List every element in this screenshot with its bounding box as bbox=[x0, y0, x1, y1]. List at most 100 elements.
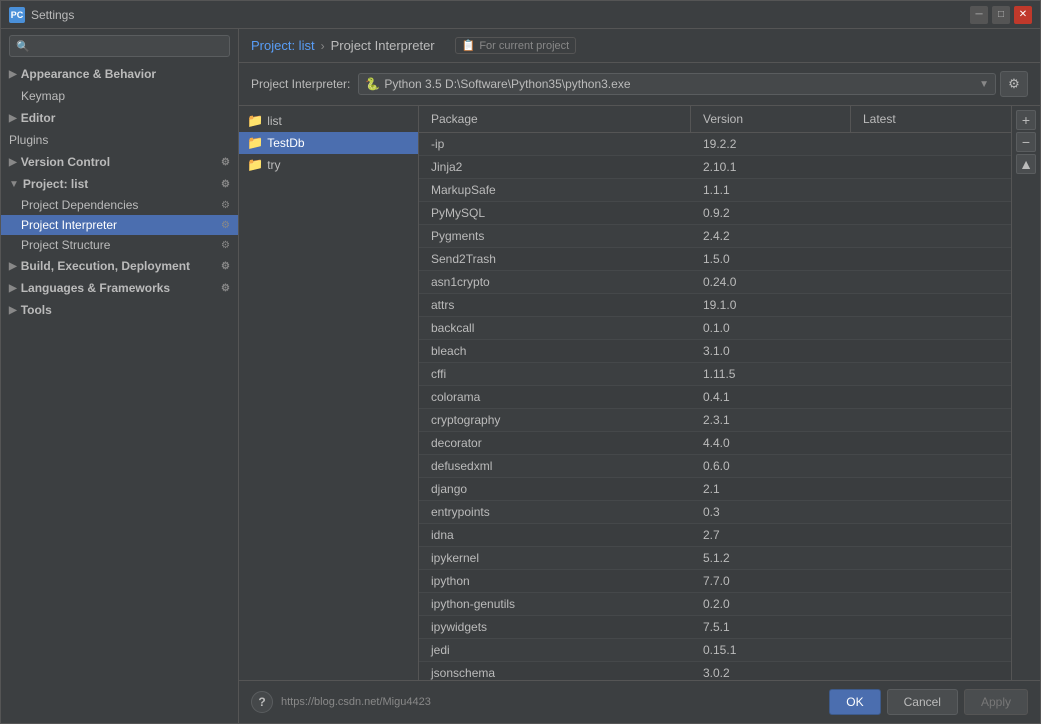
sidebar-label: Project Structure bbox=[21, 238, 110, 252]
col-header-version: Version bbox=[691, 106, 851, 132]
table-row[interactable]: -ip19.2.2 bbox=[419, 133, 1011, 156]
table-row[interactable]: ipython7.7.0 bbox=[419, 570, 1011, 593]
sidebar-item-editor[interactable]: ▶ Editor bbox=[1, 107, 238, 129]
package-name-cell: cffi bbox=[419, 363, 691, 385]
package-latest-cell bbox=[851, 409, 1011, 431]
table-row[interactable]: PyMySQL0.9.2 bbox=[419, 202, 1011, 225]
package-name-cell: attrs bbox=[419, 294, 691, 316]
sidebar-item-keymap[interactable]: Keymap bbox=[1, 85, 238, 107]
breadcrumb-current: Project Interpreter bbox=[331, 38, 435, 53]
sidebar-item-languages[interactable]: ▶ Languages & Frameworks ⚙ bbox=[1, 277, 238, 299]
table-row[interactable]: bleach3.1.0 bbox=[419, 340, 1011, 363]
package-version-cell: 0.3 bbox=[691, 501, 851, 523]
package-version-cell: 0.15.1 bbox=[691, 639, 851, 661]
sidebar-label: Plugins bbox=[9, 133, 48, 147]
interpreter-row: Project Interpreter: 🐍 Python 3.5 D:\Sof… bbox=[239, 63, 1040, 106]
maximize-button[interactable]: □ bbox=[992, 6, 1010, 24]
interpreter-settings-button[interactable]: ⚙ bbox=[1000, 71, 1028, 97]
table-row[interactable]: django2.1 bbox=[419, 478, 1011, 501]
table-row[interactable]: colorama0.4.1 bbox=[419, 386, 1011, 409]
arrow-icon: ▼ bbox=[9, 179, 19, 190]
col-header-latest: Latest bbox=[851, 106, 1011, 132]
table-row[interactable]: cffi1.11.5 bbox=[419, 363, 1011, 386]
package-latest-cell bbox=[851, 225, 1011, 247]
footer: ? https://blog.csdn.net/Migu4423 OK Canc… bbox=[239, 680, 1040, 723]
deps-badge: ⚙ bbox=[221, 200, 230, 211]
table-row[interactable]: jedi0.15.1 bbox=[419, 639, 1011, 662]
package-name-cell: PyMySQL bbox=[419, 202, 691, 224]
main-layout: 🔍 ▶ Appearance & Behavior Keymap ▶ Edito… bbox=[1, 29, 1040, 723]
close-button[interactable]: ✕ bbox=[1014, 6, 1032, 24]
tree-item-testdb[interactable]: 📁 TestDb bbox=[239, 132, 418, 154]
interpreter-select[interactable]: 🐍 Python 3.5 D:\Software\Python35\python… bbox=[358, 73, 996, 95]
title-bar: PC Settings ─ □ ✕ bbox=[1, 1, 1040, 29]
package-version-cell: 2.7 bbox=[691, 524, 851, 546]
sidebar-item-plugins[interactable]: Plugins bbox=[1, 129, 238, 151]
sidebar-item-tools[interactable]: ▶ Tools bbox=[1, 299, 238, 321]
package-name-cell: jedi bbox=[419, 639, 691, 661]
package-name-cell: ipykernel bbox=[419, 547, 691, 569]
interpreter-label: Project Interpreter: bbox=[251, 77, 350, 91]
remove-package-button[interactable]: − bbox=[1016, 132, 1036, 152]
breadcrumb-parent[interactable]: Project: list bbox=[251, 38, 315, 53]
settings-window: PC Settings ─ □ ✕ 🔍 ▶ Appearance & Behav… bbox=[0, 0, 1041, 724]
sidebar-label: Keymap bbox=[21, 89, 65, 103]
sidebar-label: Editor bbox=[21, 111, 56, 125]
package-latest-cell bbox=[851, 133, 1011, 155]
sidebar-item-project-structure[interactable]: Project Structure ⚙ bbox=[1, 235, 238, 255]
search-box[interactable]: 🔍 bbox=[9, 35, 230, 57]
package-version-cell: 19.1.0 bbox=[691, 294, 851, 316]
apply-button[interactable]: Apply bbox=[964, 689, 1028, 715]
folder-icon: 📁 bbox=[247, 113, 263, 129]
table-row[interactable]: ipykernel5.1.2 bbox=[419, 547, 1011, 570]
sidebar-label: Tools bbox=[21, 303, 52, 317]
breadcrumb-tag: 📋 For current project bbox=[455, 37, 577, 54]
table-row[interactable]: backcall0.1.0 bbox=[419, 317, 1011, 340]
table-row[interactable]: jsonschema3.0.2 bbox=[419, 662, 1011, 680]
sidebar-item-project-list[interactable]: ▼ Project: list ⚙ bbox=[1, 173, 238, 195]
package-version-cell: 1.5.0 bbox=[691, 248, 851, 270]
package-latest-cell bbox=[851, 478, 1011, 500]
sidebar-item-vcs[interactable]: ▶ Version Control ⚙ bbox=[1, 151, 238, 173]
table-row[interactable]: ipython-genutils0.2.0 bbox=[419, 593, 1011, 616]
tree-item-try[interactable]: 📁 try bbox=[239, 154, 418, 176]
table-row[interactable]: Send2Trash1.5.0 bbox=[419, 248, 1011, 271]
sidebar-item-build[interactable]: ▶ Build, Execution, Deployment ⚙ bbox=[1, 255, 238, 277]
package-latest-cell bbox=[851, 432, 1011, 454]
package-latest-cell bbox=[851, 202, 1011, 224]
package-name-cell: jsonschema bbox=[419, 662, 691, 680]
sidebar-item-project-deps[interactable]: Project Dependencies ⚙ bbox=[1, 195, 238, 215]
table-row[interactable]: attrs19.1.0 bbox=[419, 294, 1011, 317]
add-package-button[interactable]: + bbox=[1016, 110, 1036, 130]
ok-button[interactable]: OK bbox=[829, 689, 880, 715]
table-row[interactable]: MarkupSafe1.1.1 bbox=[419, 179, 1011, 202]
table-row[interactable]: idna2.7 bbox=[419, 524, 1011, 547]
search-input[interactable] bbox=[34, 39, 223, 53]
table-row[interactable]: ipywidgets7.5.1 bbox=[419, 616, 1011, 639]
package-table-container: Package Version Latest -ip19.2.2Jinja22.… bbox=[419, 106, 1011, 680]
table-row[interactable]: asn1crypto0.24.0 bbox=[419, 271, 1011, 294]
table-row[interactable]: entrypoints0.3 bbox=[419, 501, 1011, 524]
tree-item-label: TestDb bbox=[267, 136, 304, 150]
package-latest-cell bbox=[851, 248, 1011, 270]
sidebar-label: Build, Execution, Deployment bbox=[21, 259, 190, 273]
table-row[interactable]: Pygments2.4.2 bbox=[419, 225, 1011, 248]
build-badge: ⚙ bbox=[221, 261, 230, 272]
package-version-cell: 0.6.0 bbox=[691, 455, 851, 477]
sidebar-item-project-interpreter[interactable]: Project Interpreter ⚙ bbox=[1, 215, 238, 235]
table-row[interactable]: Jinja22.10.1 bbox=[419, 156, 1011, 179]
package-latest-cell bbox=[851, 570, 1011, 592]
window-controls: ─ □ ✕ bbox=[970, 6, 1032, 24]
upgrade-package-button[interactable]: ▲ bbox=[1016, 154, 1036, 174]
interp-badge: ⚙ bbox=[221, 220, 230, 231]
tree-item-list[interactable]: 📁 list bbox=[239, 110, 418, 132]
arrow-icon: ▶ bbox=[9, 261, 17, 272]
table-row[interactable]: cryptography2.3.1 bbox=[419, 409, 1011, 432]
table-row[interactable]: defusedxml0.6.0 bbox=[419, 455, 1011, 478]
sidebar-item-appearance[interactable]: ▶ Appearance & Behavior bbox=[1, 63, 238, 85]
cancel-button[interactable]: Cancel bbox=[887, 689, 958, 715]
table-row[interactable]: decorator4.4.0 bbox=[419, 432, 1011, 455]
help-button[interactable]: ? bbox=[251, 691, 273, 713]
minimize-button[interactable]: ─ bbox=[970, 6, 988, 24]
package-latest-cell bbox=[851, 455, 1011, 477]
